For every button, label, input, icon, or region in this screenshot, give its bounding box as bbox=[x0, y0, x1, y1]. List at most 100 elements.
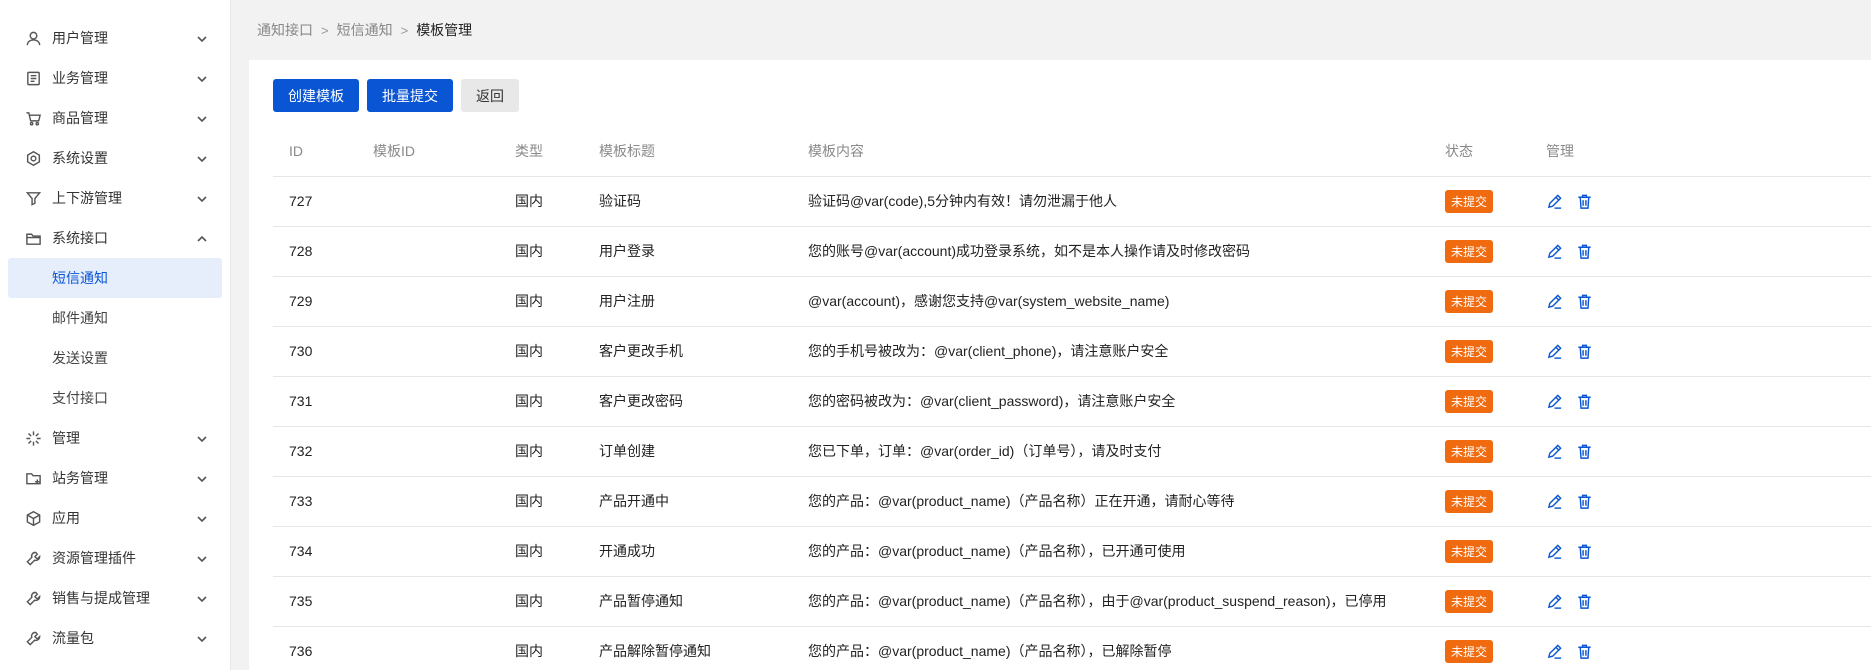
delete-icon[interactable] bbox=[1576, 643, 1593, 660]
edit-icon[interactable] bbox=[1546, 443, 1563, 460]
table-row: 734 国内 开通成功 您的产品：@var(product_name)（产品名称），已… bbox=[273, 526, 1871, 577]
breadcrumb-item[interactable]: 通知接口 bbox=[257, 20, 313, 40]
cell-title: 用户注册 bbox=[583, 276, 792, 327]
delete-icon[interactable] bbox=[1576, 593, 1593, 610]
col-header-template-id: 模板ID bbox=[357, 127, 499, 177]
cell-id: 735 bbox=[273, 576, 357, 627]
delete-icon[interactable] bbox=[1576, 443, 1593, 460]
status-badge: 未提交 bbox=[1445, 539, 1494, 563]
create-template-button[interactable]: 创建模板 bbox=[273, 79, 359, 112]
cell-id: 728 bbox=[273, 226, 357, 277]
cell-id: 732 bbox=[273, 426, 357, 477]
cell-content: 您的产品：@var(product_name)（产品名称）正在开通，请耐心等待 bbox=[792, 476, 1429, 527]
sidebar-subitem[interactable]: 短信通知 bbox=[8, 258, 222, 298]
sidebar-item-label: 上下游管理 bbox=[52, 190, 122, 206]
sidebar-item[interactable]: 商品管理 bbox=[0, 98, 230, 138]
cell-id: 734 bbox=[273, 526, 357, 577]
cell-content: 验证码@var(code),5分钟内有效！请勿泄漏于他人 bbox=[792, 176, 1429, 227]
status-badge: 未提交 bbox=[1445, 389, 1494, 413]
cell-title: 客户更改密码 bbox=[583, 376, 792, 427]
status-badge: 未提交 bbox=[1445, 339, 1494, 363]
edit-icon[interactable] bbox=[1546, 643, 1563, 660]
sidebar-item[interactable]: 业务管理 bbox=[0, 58, 230, 98]
edit-icon[interactable] bbox=[1546, 493, 1563, 510]
cell-content: @var(account)，感谢您支持@var(system_website_n… bbox=[792, 276, 1429, 327]
status-badge: 未提交 bbox=[1445, 239, 1494, 263]
cell-title: 开通成功 bbox=[583, 526, 792, 577]
cell-id: 731 bbox=[273, 376, 357, 427]
sidebar-item[interactable]: 流量包 bbox=[0, 618, 230, 658]
cell-template-id bbox=[357, 526, 499, 577]
table-row: 735 国内 产品暂停通知 您的产品：@var(product_name)（产品名称）… bbox=[273, 576, 1871, 627]
sidebar-item[interactable]: 用户管理 bbox=[0, 18, 230, 58]
delete-icon[interactable] bbox=[1576, 293, 1593, 310]
delete-icon[interactable] bbox=[1576, 243, 1593, 260]
cell-template-id bbox=[357, 476, 499, 527]
sidebar-item[interactable]: 销售与提成管理 bbox=[0, 578, 230, 618]
cell-template-id bbox=[357, 576, 499, 627]
cell-status: 未提交 bbox=[1429, 476, 1530, 527]
sidebar-item[interactable]: 管理 bbox=[0, 418, 230, 458]
chevron-down-icon bbox=[196, 72, 208, 84]
sidebar-item[interactable]: 站务管理 bbox=[0, 458, 230, 498]
edit-icon[interactable] bbox=[1546, 343, 1563, 360]
edit-icon[interactable] bbox=[1546, 593, 1563, 610]
sidebar-item-label: 资源管理插件 bbox=[52, 550, 136, 566]
delete-icon[interactable] bbox=[1576, 343, 1593, 360]
edit-icon[interactable] bbox=[1546, 393, 1563, 410]
sidebar-item[interactable]: 系统设置 bbox=[0, 138, 230, 178]
status-badge: 未提交 bbox=[1445, 289, 1494, 313]
sidebar-item[interactable]: 资源管理插件 bbox=[0, 538, 230, 578]
sidebar-subitem[interactable]: 支付接口 bbox=[8, 378, 222, 418]
delete-icon[interactable] bbox=[1576, 193, 1593, 210]
cell-content: 您的密码被改为：@var(client_password)，请注意账户安全 bbox=[792, 376, 1429, 427]
edit-icon[interactable] bbox=[1546, 243, 1563, 260]
sidebar-item-label: 用户管理 bbox=[52, 30, 108, 46]
cell-template-id bbox=[357, 326, 499, 377]
wrench-icon bbox=[24, 629, 42, 647]
edit-icon[interactable] bbox=[1546, 293, 1563, 310]
cell-status: 未提交 bbox=[1429, 176, 1530, 227]
cell-manage bbox=[1530, 426, 1871, 477]
cell-status: 未提交 bbox=[1429, 376, 1530, 427]
cell-id: 736 bbox=[273, 626, 357, 670]
sidebar-subitem[interactable]: 邮件通知 bbox=[8, 298, 222, 338]
cell-template-id bbox=[357, 376, 499, 427]
cell-manage bbox=[1530, 176, 1871, 227]
sidebar-item[interactable]: 应用 bbox=[0, 498, 230, 538]
cell-status: 未提交 bbox=[1429, 226, 1530, 277]
table-header-row: ID 模板ID 类型 模板标题 模板内容 状态 管理 bbox=[273, 127, 1871, 177]
sidebar-item-label: 应用 bbox=[52, 510, 80, 526]
sidebar-item-label: 业务管理 bbox=[52, 70, 108, 86]
col-header-type: 类型 bbox=[499, 127, 583, 177]
edit-icon[interactable] bbox=[1546, 543, 1563, 560]
cell-title: 订单创建 bbox=[583, 426, 792, 477]
status-badge: 未提交 bbox=[1445, 189, 1494, 213]
cell-title: 客户更改手机 bbox=[583, 326, 792, 377]
cell-content: 您已下单，订单：@var(order_id)（订单号），请及时支付 bbox=[792, 426, 1429, 477]
delete-icon[interactable] bbox=[1576, 493, 1593, 510]
cell-status: 未提交 bbox=[1429, 326, 1530, 377]
cell-type: 国内 bbox=[499, 176, 583, 227]
cell-status: 未提交 bbox=[1429, 526, 1530, 577]
cell-manage bbox=[1530, 276, 1871, 327]
wrench-icon bbox=[24, 589, 42, 607]
sidebar-item-label: 销售与提成管理 bbox=[52, 590, 150, 606]
delete-icon[interactable] bbox=[1576, 543, 1593, 560]
chevron-down-icon bbox=[196, 552, 208, 564]
sidebar-subitem[interactable]: 发送设置 bbox=[8, 338, 222, 378]
delete-icon[interactable] bbox=[1576, 393, 1593, 410]
sidebar-item[interactable]: 上下游管理 bbox=[0, 178, 230, 218]
edit-icon[interactable] bbox=[1546, 193, 1563, 210]
batch-submit-button[interactable]: 批量提交 bbox=[367, 79, 453, 112]
cell-template-id bbox=[357, 276, 499, 327]
sidebar-item[interactable]: 系统接口 bbox=[0, 218, 230, 258]
cell-content: 您的产品：@var(product_name)（产品名称），已开通可使用 bbox=[792, 526, 1429, 577]
cell-content: 您的产品：@var(product_name)（产品名称），已解除暂停 bbox=[792, 626, 1429, 670]
breadcrumb-item[interactable]: 短信通知 bbox=[337, 20, 393, 40]
cart-icon bbox=[24, 109, 42, 127]
back-button[interactable]: 返回 bbox=[461, 79, 519, 112]
table-row: 731 国内 客户更改密码 您的密码被改为：@var(client_password)… bbox=[273, 376, 1871, 427]
cell-type: 国内 bbox=[499, 626, 583, 670]
chevron-down-icon bbox=[196, 632, 208, 644]
